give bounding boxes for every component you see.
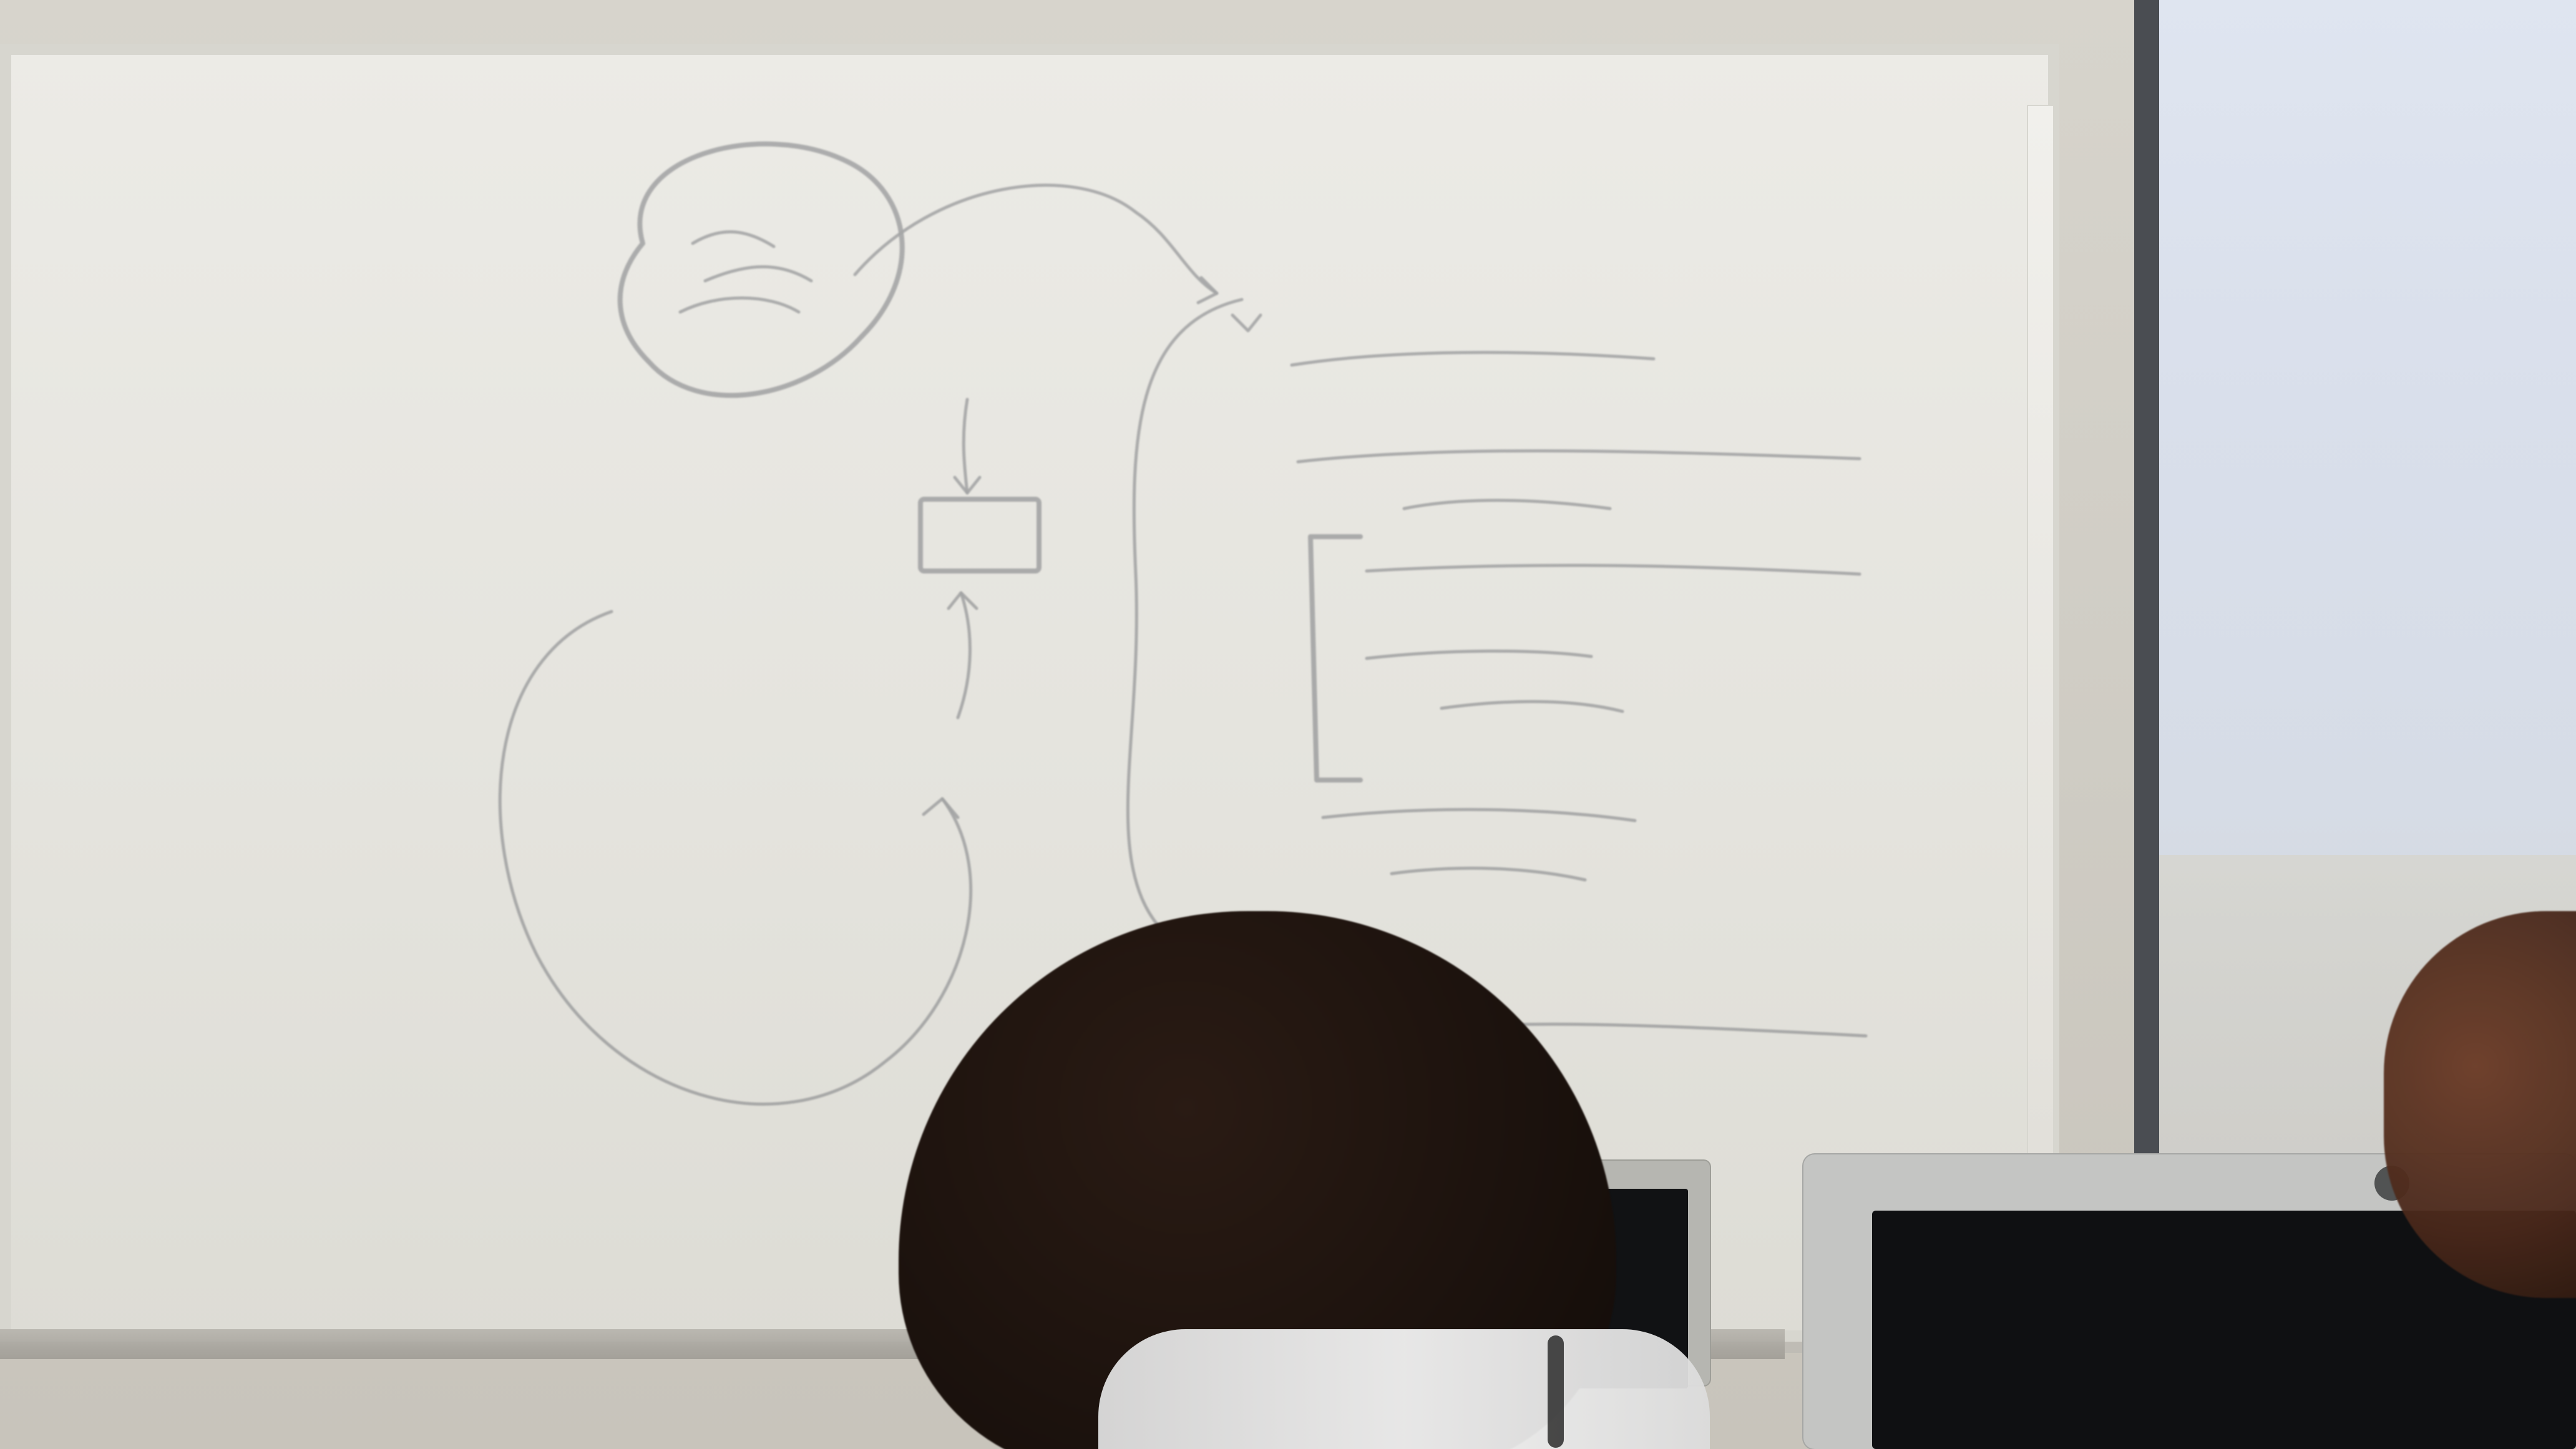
- bag-strap: [1548, 1335, 1564, 1448]
- whiteboard-frame: [2028, 106, 2053, 1154]
- classroom-scene: [0, 0, 2576, 1449]
- person-shoulder: [1098, 1329, 1710, 1449]
